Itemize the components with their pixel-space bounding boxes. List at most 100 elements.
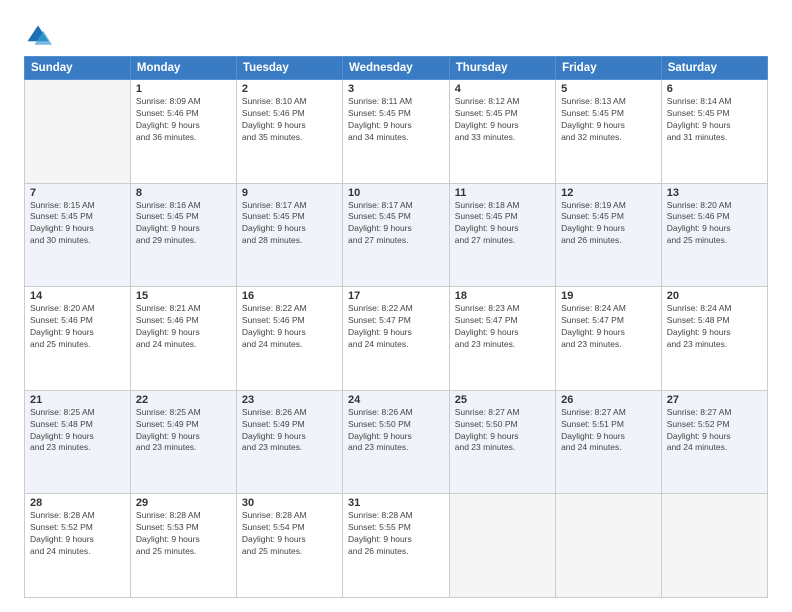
day-number: 19 (561, 290, 656, 302)
day-detail: Sunrise: 8:27 AMSunset: 5:51 PMDaylight:… (561, 407, 656, 455)
day-number: 12 (561, 187, 656, 199)
calendar-cell: 12Sunrise: 8:19 AMSunset: 5:45 PMDayligh… (556, 183, 662, 287)
day-detail: Sunrise: 8:27 AMSunset: 5:52 PMDaylight:… (667, 407, 762, 455)
day-detail: Sunrise: 8:14 AMSunset: 5:45 PMDaylight:… (667, 96, 762, 144)
calendar-cell: 31Sunrise: 8:28 AMSunset: 5:55 PMDayligh… (342, 494, 449, 598)
calendar-cell: 24Sunrise: 8:26 AMSunset: 5:50 PMDayligh… (342, 390, 449, 494)
calendar-cell: 3Sunrise: 8:11 AMSunset: 5:45 PMDaylight… (342, 80, 449, 184)
day-detail: Sunrise: 8:13 AMSunset: 5:45 PMDaylight:… (561, 96, 656, 144)
day-number: 29 (136, 497, 231, 509)
calendar-week-row: 1Sunrise: 8:09 AMSunset: 5:46 PMDaylight… (25, 80, 768, 184)
day-number: 21 (30, 394, 125, 406)
day-number: 6 (667, 83, 762, 95)
calendar-cell: 30Sunrise: 8:28 AMSunset: 5:54 PMDayligh… (236, 494, 342, 598)
calendar-header-row: SundayMondayTuesdayWednesdayThursdayFrid… (25, 57, 768, 80)
day-detail: Sunrise: 8:16 AMSunset: 5:45 PMDaylight:… (136, 200, 231, 248)
day-number: 2 (242, 83, 337, 95)
day-detail: Sunrise: 8:21 AMSunset: 5:46 PMDaylight:… (136, 303, 231, 351)
calendar-cell (449, 494, 555, 598)
day-detail: Sunrise: 8:26 AMSunset: 5:49 PMDaylight:… (242, 407, 337, 455)
calendar-cell: 27Sunrise: 8:27 AMSunset: 5:52 PMDayligh… (661, 390, 767, 494)
day-number: 7 (30, 187, 125, 199)
day-detail: Sunrise: 8:17 AMSunset: 5:45 PMDaylight:… (242, 200, 337, 248)
calendar-cell (25, 80, 131, 184)
calendar-cell: 18Sunrise: 8:23 AMSunset: 5:47 PMDayligh… (449, 287, 555, 391)
day-detail: Sunrise: 8:20 AMSunset: 5:46 PMDaylight:… (667, 200, 762, 248)
day-detail: Sunrise: 8:11 AMSunset: 5:45 PMDaylight:… (348, 96, 444, 144)
day-detail: Sunrise: 8:28 AMSunset: 5:54 PMDaylight:… (242, 510, 337, 558)
day-number: 18 (455, 290, 550, 302)
day-detail: Sunrise: 8:28 AMSunset: 5:55 PMDaylight:… (348, 510, 444, 558)
day-number: 20 (667, 290, 762, 302)
day-number: 24 (348, 394, 444, 406)
calendar-cell (556, 494, 662, 598)
col-header-monday: Monday (130, 57, 236, 80)
day-number: 17 (348, 290, 444, 302)
calendar-cell: 15Sunrise: 8:21 AMSunset: 5:46 PMDayligh… (130, 287, 236, 391)
day-number: 27 (667, 394, 762, 406)
day-detail: Sunrise: 8:25 AMSunset: 5:48 PMDaylight:… (30, 407, 125, 455)
day-detail: Sunrise: 8:18 AMSunset: 5:45 PMDaylight:… (455, 200, 550, 248)
day-number: 5 (561, 83, 656, 95)
day-number: 26 (561, 394, 656, 406)
day-detail: Sunrise: 8:22 AMSunset: 5:46 PMDaylight:… (242, 303, 337, 351)
calendar-cell: 29Sunrise: 8:28 AMSunset: 5:53 PMDayligh… (130, 494, 236, 598)
day-detail: Sunrise: 8:25 AMSunset: 5:49 PMDaylight:… (136, 407, 231, 455)
day-number: 28 (30, 497, 125, 509)
header (24, 18, 768, 50)
day-detail: Sunrise: 8:15 AMSunset: 5:45 PMDaylight:… (30, 200, 125, 248)
day-detail: Sunrise: 8:28 AMSunset: 5:53 PMDaylight:… (136, 510, 231, 558)
col-header-friday: Friday (556, 57, 662, 80)
day-number: 4 (455, 83, 550, 95)
calendar-week-row: 28Sunrise: 8:28 AMSunset: 5:52 PMDayligh… (25, 494, 768, 598)
calendar-cell: 23Sunrise: 8:26 AMSunset: 5:49 PMDayligh… (236, 390, 342, 494)
calendar-cell: 17Sunrise: 8:22 AMSunset: 5:47 PMDayligh… (342, 287, 449, 391)
calendar-cell: 2Sunrise: 8:10 AMSunset: 5:46 PMDaylight… (236, 80, 342, 184)
col-header-thursday: Thursday (449, 57, 555, 80)
day-detail: Sunrise: 8:22 AMSunset: 5:47 PMDaylight:… (348, 303, 444, 351)
calendar-cell: 25Sunrise: 8:27 AMSunset: 5:50 PMDayligh… (449, 390, 555, 494)
calendar-week-row: 14Sunrise: 8:20 AMSunset: 5:46 PMDayligh… (25, 287, 768, 391)
day-number: 13 (667, 187, 762, 199)
day-detail: Sunrise: 8:28 AMSunset: 5:52 PMDaylight:… (30, 510, 125, 558)
day-number: 23 (242, 394, 337, 406)
day-number: 1 (136, 83, 231, 95)
calendar-table: SundayMondayTuesdayWednesdayThursdayFrid… (24, 56, 768, 598)
day-detail: Sunrise: 8:23 AMSunset: 5:47 PMDaylight:… (455, 303, 550, 351)
calendar-cell: 6Sunrise: 8:14 AMSunset: 5:45 PMDaylight… (661, 80, 767, 184)
calendar-cell: 16Sunrise: 8:22 AMSunset: 5:46 PMDayligh… (236, 287, 342, 391)
calendar-cell: 14Sunrise: 8:20 AMSunset: 5:46 PMDayligh… (25, 287, 131, 391)
calendar-cell: 19Sunrise: 8:24 AMSunset: 5:47 PMDayligh… (556, 287, 662, 391)
day-detail: Sunrise: 8:20 AMSunset: 5:46 PMDaylight:… (30, 303, 125, 351)
calendar-cell: 5Sunrise: 8:13 AMSunset: 5:45 PMDaylight… (556, 80, 662, 184)
calendar-cell: 20Sunrise: 8:24 AMSunset: 5:48 PMDayligh… (661, 287, 767, 391)
day-number: 31 (348, 497, 444, 509)
calendar-cell: 22Sunrise: 8:25 AMSunset: 5:49 PMDayligh… (130, 390, 236, 494)
day-number: 9 (242, 187, 337, 199)
day-detail: Sunrise: 8:19 AMSunset: 5:45 PMDaylight:… (561, 200, 656, 248)
day-detail: Sunrise: 8:26 AMSunset: 5:50 PMDaylight:… (348, 407, 444, 455)
day-number: 15 (136, 290, 231, 302)
page: SundayMondayTuesdayWednesdayThursdayFrid… (0, 0, 792, 612)
day-number: 11 (455, 187, 550, 199)
day-number: 25 (455, 394, 550, 406)
day-detail: Sunrise: 8:24 AMSunset: 5:47 PMDaylight:… (561, 303, 656, 351)
day-detail: Sunrise: 8:24 AMSunset: 5:48 PMDaylight:… (667, 303, 762, 351)
calendar-cell: 7Sunrise: 8:15 AMSunset: 5:45 PMDaylight… (25, 183, 131, 287)
calendar-cell: 21Sunrise: 8:25 AMSunset: 5:48 PMDayligh… (25, 390, 131, 494)
calendar-cell: 10Sunrise: 8:17 AMSunset: 5:45 PMDayligh… (342, 183, 449, 287)
logo-icon (24, 22, 52, 50)
logo (24, 22, 56, 50)
calendar-cell (661, 494, 767, 598)
day-detail: Sunrise: 8:27 AMSunset: 5:50 PMDaylight:… (455, 407, 550, 455)
calendar-week-row: 7Sunrise: 8:15 AMSunset: 5:45 PMDaylight… (25, 183, 768, 287)
calendar-cell: 1Sunrise: 8:09 AMSunset: 5:46 PMDaylight… (130, 80, 236, 184)
day-detail: Sunrise: 8:09 AMSunset: 5:46 PMDaylight:… (136, 96, 231, 144)
day-number: 8 (136, 187, 231, 199)
day-number: 3 (348, 83, 444, 95)
calendar-cell: 9Sunrise: 8:17 AMSunset: 5:45 PMDaylight… (236, 183, 342, 287)
day-number: 14 (30, 290, 125, 302)
col-header-wednesday: Wednesday (342, 57, 449, 80)
day-number: 10 (348, 187, 444, 199)
calendar-cell: 26Sunrise: 8:27 AMSunset: 5:51 PMDayligh… (556, 390, 662, 494)
